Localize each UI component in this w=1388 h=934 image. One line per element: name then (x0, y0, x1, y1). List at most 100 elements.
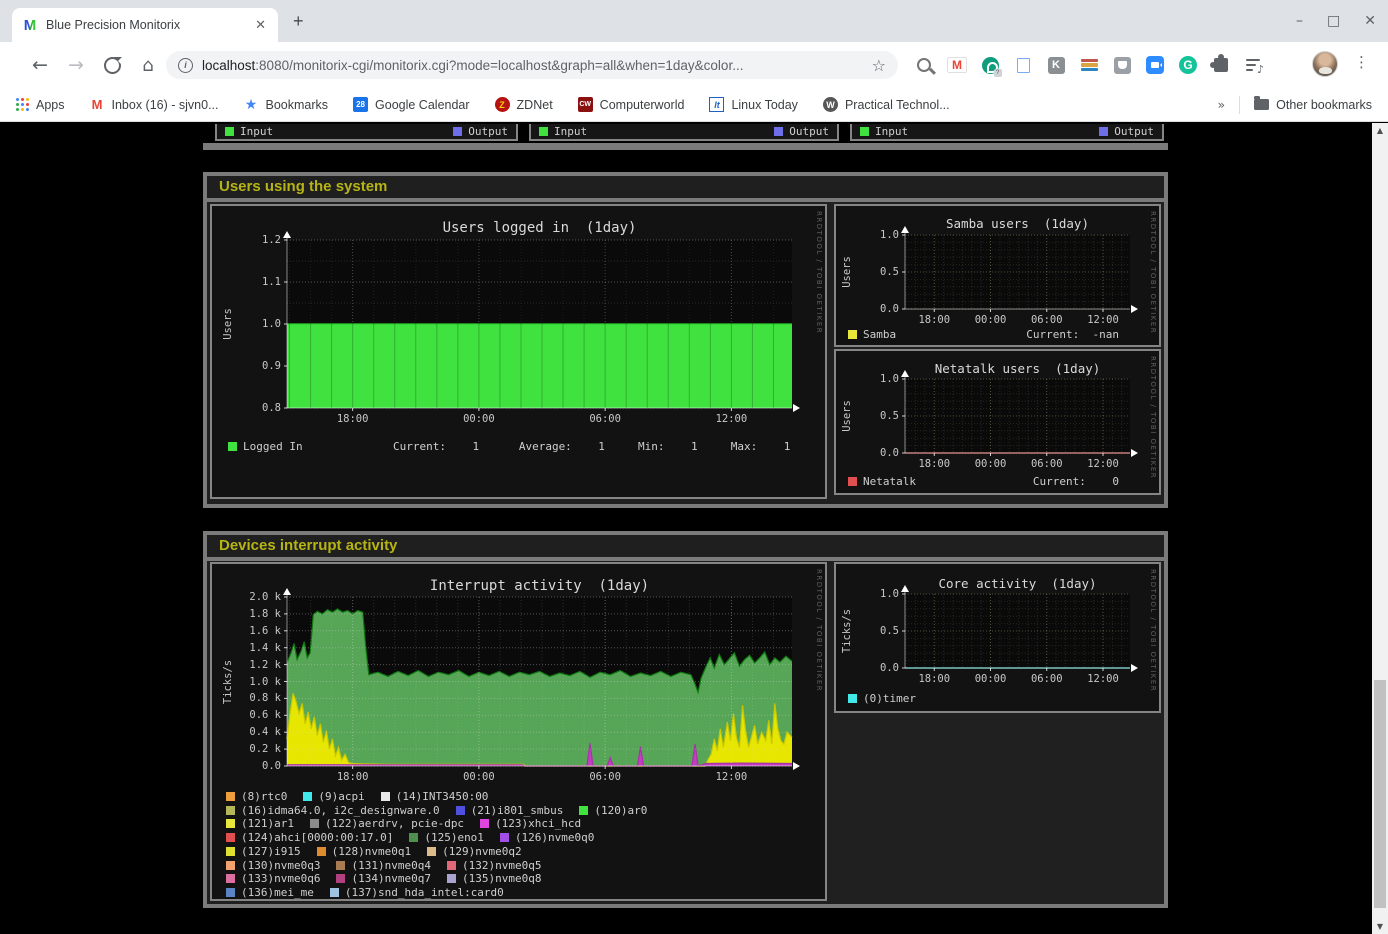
axis-right-arrow (1131, 449, 1138, 457)
x-tick-label: 06:00 (1025, 314, 1069, 326)
graph-title: Core activity (1day) (938, 576, 1096, 591)
axis-up-arrow (901, 370, 909, 377)
bookmarks-overflow-chevron[interactable]: » (1217, 97, 1225, 112)
google-voice-extension-icon[interactable] (980, 55, 1000, 75)
bookmark-item[interactable]: 28Google Calendar (353, 97, 470, 112)
legend-swatch (303, 792, 312, 801)
x-tick-label: 18:00 (912, 458, 956, 470)
legend-label: (124)ahci[0000:00:17.0] (241, 831, 393, 844)
legend-label: (121)ar1 (241, 817, 294, 830)
x-tick-label: 18:00 (331, 771, 375, 783)
bookmark-label: Bookmarks (266, 98, 329, 112)
legend-swatch (228, 442, 237, 451)
y-tick-label: 1.6 k (237, 625, 281, 637)
profile-avatar[interactable] (1312, 51, 1338, 77)
legend-label: Netatalk (863, 475, 916, 488)
graph-legend-row: (0)timer (848, 692, 932, 705)
users-section: Users using the system Users logged in (… (203, 172, 1168, 508)
y-tick-label: 1.0 (855, 229, 899, 241)
legend-swatch (226, 806, 235, 815)
other-bookmarks[interactable]: Other bookmarks (1254, 98, 1372, 112)
minimize-button[interactable]: – (1296, 13, 1303, 29)
y-axis-label: Users (841, 400, 853, 432)
monitorix-favicon: M (22, 17, 38, 33)
scroll-up-arrow[interactable]: ▲ (1372, 123, 1388, 138)
playlist-extension-icon[interactable]: ♪ (1244, 55, 1264, 75)
tab-close-icon[interactable]: ✕ (253, 17, 268, 33)
url-bar[interactable]: i localhost:8080/monitorix-cgi/monitorix… (166, 51, 898, 79)
browser-menu-icon[interactable]: ⋮ (1354, 53, 1369, 71)
legend-swatch (226, 888, 235, 897)
bookmark-item[interactable]: ZZDNet (495, 97, 553, 112)
legend-label: Logged In (243, 440, 303, 453)
legend-swatch (226, 861, 235, 870)
home-button[interactable]: ⌂ (135, 52, 161, 78)
scrollbar-thumb[interactable] (1374, 680, 1386, 908)
bookmark-star-icon[interactable]: ☆ (872, 56, 886, 75)
graph-legend-row: (8)rtc0(9)acpi(14)INT3450:00 (226, 790, 504, 803)
legend-swatch (456, 806, 465, 815)
legend-label: (136)mei_me (241, 886, 314, 899)
maximize-button[interactable]: □ (1327, 13, 1340, 29)
bookmark-item[interactable]: MInbox (16) - sjvn0... (90, 97, 219, 112)
new-tab-button[interactable]: + (293, 11, 304, 32)
y-tick-label: 0.8 k (237, 692, 281, 704)
bookmarks-separator (1239, 96, 1240, 114)
x-tick-label: 18:00 (331, 413, 375, 425)
legend-current-value: Current: 0 (1033, 475, 1119, 488)
netatalk_users-graph: Netatalk users (1day)Users1.00.50.018:00… (834, 349, 1161, 495)
legend-label: (129)nvme0q2 (442, 845, 521, 858)
y-tick-label: 0.4 k (237, 726, 281, 738)
devices-section-title: Devices interrupt activity (207, 535, 1164, 561)
y-tick-label: 0.5 (855, 625, 899, 637)
gmail-extension-icon[interactable]: M (947, 55, 967, 75)
grammarly-extension-icon[interactable]: G (1178, 55, 1198, 75)
gmail-icon: M (90, 97, 105, 112)
browser-tab[interactable]: M Blue Precision Monitorix ✕ (12, 8, 278, 42)
top-row-section: InputOutputInputOutputInputOutput (203, 124, 1168, 150)
url-host: localhost (202, 58, 255, 73)
gray-extension-icon[interactable]: K (1046, 55, 1066, 75)
bookmark-item[interactable]: WPractical Technol... (823, 97, 950, 112)
x-tick-label: 00:00 (457, 413, 501, 425)
graph-title: Samba users (1day) (946, 216, 1089, 231)
forward-button[interactable]: → (63, 52, 89, 78)
section-bottom-border (203, 143, 1168, 150)
apps-grid-icon (16, 98, 29, 111)
url-text[interactable]: localhost:8080/monitorix-cgi/monitorix.c… (202, 58, 864, 73)
legend-label: (16)idma64.0, i2c_designware.0 (241, 804, 440, 817)
bookmark-label: ZDNet (517, 98, 553, 112)
graph-legend-row: (124)ahci[0000:00:17.0](125)eno1(126)nvm… (226, 831, 610, 844)
x-tick-label: 12:00 (1081, 673, 1125, 685)
legend-swatch (381, 792, 390, 801)
y-tick-label: 0.0 (237, 760, 281, 772)
books-extension-icon[interactable] (1079, 55, 1099, 75)
search-extension-icon[interactable] (914, 55, 934, 75)
bookmark-item[interactable]: ★Bookmarks (244, 97, 329, 112)
reload-button[interactable] (99, 52, 125, 78)
x-tick-label: 00:00 (457, 771, 501, 783)
scrollbar[interactable]: ▲ ▼ (1372, 123, 1388, 934)
legend-swatch (226, 792, 235, 801)
bookmark-item[interactable]: Apps (16, 98, 65, 112)
extensions-puzzle-icon[interactable] (1211, 55, 1231, 75)
copy-extension-icon[interactable] (1013, 55, 1033, 75)
pocket-extension-icon[interactable] (1112, 55, 1132, 75)
bookmark-item[interactable]: CWComputerworld (578, 97, 685, 112)
page-info-icon[interactable]: i (178, 58, 193, 73)
bookmark-item[interactable]: ltLinux Today (709, 97, 798, 112)
zoom-camera-extension-icon[interactable] (1145, 55, 1165, 75)
users_logged_in-graph: Users logged in (1day)Users1.21.11.00.90… (210, 204, 827, 499)
window-close-button[interactable]: ✕ (1364, 13, 1376, 29)
tab-title: Blue Precision Monitorix (46, 18, 253, 32)
legend-label: Samba (863, 328, 896, 341)
core_activity-graph: Core activity (1day)Ticks/s1.00.50.018:0… (834, 562, 1161, 713)
x-tick-label: 12:00 (1081, 314, 1125, 326)
axis-right-arrow (793, 404, 800, 412)
y-tick-label: 1.2 (237, 234, 281, 246)
back-button[interactable]: ← (27, 52, 53, 78)
reload-icon (104, 57, 121, 74)
bookmarks-bar: Apps MInbox (16) - sjvn0... ★Bookmarks 28Go… (0, 88, 1388, 122)
legend-swatch (848, 694, 857, 703)
scroll-down-arrow[interactable]: ▼ (1372, 919, 1388, 934)
